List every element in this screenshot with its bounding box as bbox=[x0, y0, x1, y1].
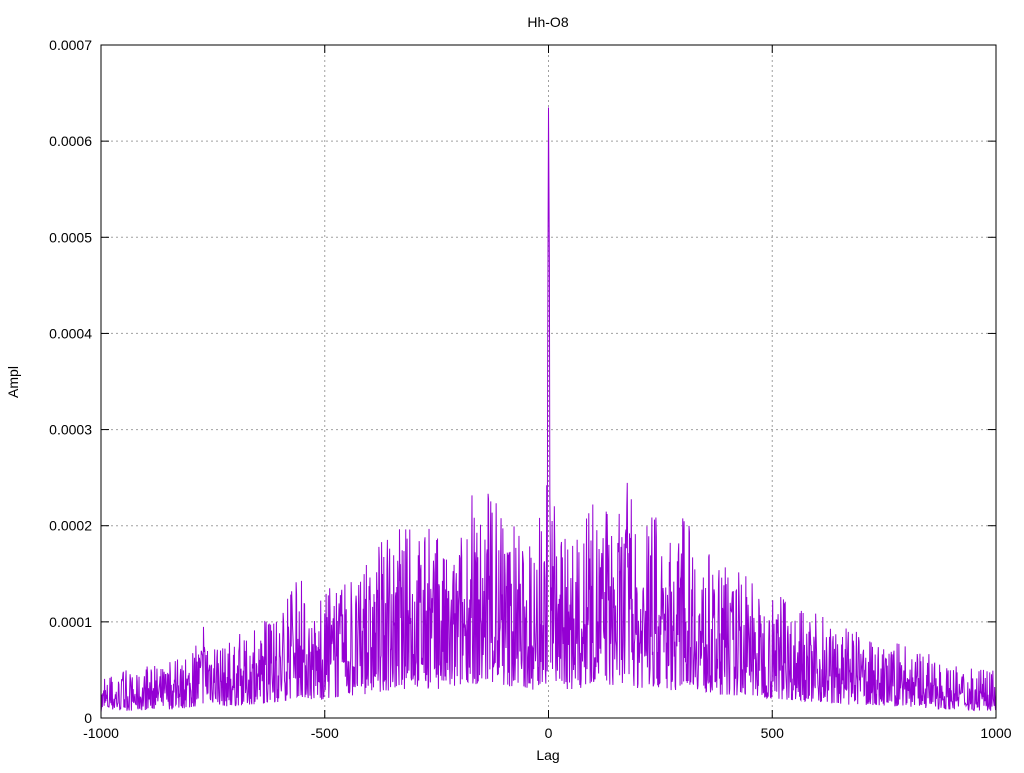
data-point bbox=[280, 612, 281, 613]
y-axis-title: Ampl bbox=[5, 366, 21, 398]
data-point bbox=[584, 516, 585, 517]
data-point bbox=[405, 525, 406, 526]
data-point bbox=[602, 496, 603, 497]
data-point bbox=[459, 516, 460, 517]
data-point bbox=[566, 525, 567, 526]
data-point bbox=[763, 583, 764, 584]
data-point bbox=[718, 564, 719, 565]
data-point bbox=[611, 506, 612, 507]
data-point bbox=[924, 650, 925, 651]
data-point bbox=[799, 602, 800, 603]
data-point bbox=[852, 631, 853, 632]
data-point bbox=[942, 660, 943, 661]
data-point bbox=[548, 107, 549, 108]
data-point bbox=[664, 525, 665, 526]
data-point bbox=[262, 621, 263, 622]
data-point bbox=[503, 516, 504, 517]
data-point bbox=[655, 516, 656, 517]
data-point bbox=[190, 650, 191, 651]
data-point bbox=[978, 669, 979, 670]
data-point bbox=[646, 506, 647, 507]
data-point bbox=[960, 660, 961, 661]
data-point bbox=[450, 544, 451, 545]
data-point bbox=[575, 535, 576, 536]
data-point bbox=[544, 506, 545, 507]
data-point bbox=[154, 660, 155, 661]
y-tick-label: 0.0002 bbox=[49, 518, 92, 534]
data-point bbox=[539, 516, 540, 517]
data-point bbox=[691, 492, 692, 493]
y-tick-label: 0.0004 bbox=[49, 325, 92, 341]
x-axis-title: Lag bbox=[536, 747, 559, 763]
data-point bbox=[549, 266, 550, 267]
data-point bbox=[888, 641, 889, 642]
data-point bbox=[387, 535, 388, 536]
data-point bbox=[727, 564, 728, 565]
data-point bbox=[550, 429, 551, 430]
data-point bbox=[638, 525, 639, 526]
x-tick-label: 1000 bbox=[980, 725, 1011, 741]
y-tick-label: 0.0005 bbox=[49, 229, 92, 245]
data-point bbox=[369, 554, 370, 555]
data-point bbox=[172, 660, 173, 661]
data-point bbox=[432, 535, 433, 536]
x-tick-label: 500 bbox=[761, 725, 785, 741]
y-tick-label: 0.0003 bbox=[49, 422, 92, 438]
data-point bbox=[552, 496, 553, 497]
data-point bbox=[834, 621, 835, 622]
data-point bbox=[226, 641, 227, 642]
data-point bbox=[557, 516, 558, 517]
data-point bbox=[441, 525, 442, 526]
data-point bbox=[682, 516, 683, 517]
data-point bbox=[673, 535, 674, 536]
data-point bbox=[870, 631, 871, 632]
chart: -1000 -500 0 500 1000 0 0.0001 0.0002 0.0003 0.00… bbox=[0, 0, 1024, 768]
data-point bbox=[118, 669, 119, 670]
data-point bbox=[423, 506, 424, 507]
y-tick-label: 0 bbox=[84, 710, 92, 726]
data-point bbox=[136, 669, 137, 670]
data-point bbox=[333, 583, 334, 584]
x-tick-label: -1000 bbox=[83, 725, 119, 741]
y-tick-label: 0.0006 bbox=[49, 133, 92, 149]
data-point bbox=[521, 525, 522, 526]
data-point bbox=[494, 496, 495, 497]
data-point bbox=[745, 573, 746, 574]
data-point bbox=[906, 641, 907, 642]
y-tick-label: 0.0007 bbox=[49, 37, 92, 53]
data-point bbox=[476, 496, 477, 497]
data-point bbox=[547, 371, 548, 372]
data-point bbox=[315, 602, 316, 603]
chart-svg: -1000 -500 0 500 1000 0 0.0001 0.0002 0.0003 0.00… bbox=[5, 14, 1012, 763]
data-point bbox=[781, 593, 782, 594]
data-point bbox=[512, 506, 513, 507]
data-point bbox=[530, 535, 531, 536]
data-point bbox=[208, 612, 209, 613]
chart-title: Hh-O8 bbox=[527, 14, 568, 30]
data-point bbox=[629, 477, 630, 478]
data-point bbox=[297, 573, 298, 574]
x-tick-label: -500 bbox=[311, 725, 339, 741]
data-point bbox=[817, 612, 818, 613]
y-tick-label: 0.0001 bbox=[49, 614, 92, 630]
x-tick-label: 0 bbox=[545, 725, 553, 741]
data-point bbox=[700, 544, 701, 545]
data-point bbox=[593, 477, 594, 478]
data-point bbox=[709, 554, 710, 555]
data-point bbox=[414, 516, 415, 517]
data-point bbox=[467, 477, 468, 478]
data-point bbox=[351, 573, 352, 574]
data-point bbox=[620, 487, 621, 488]
data-point bbox=[244, 631, 245, 632]
data-point bbox=[546, 487, 547, 488]
data-point bbox=[485, 487, 486, 488]
